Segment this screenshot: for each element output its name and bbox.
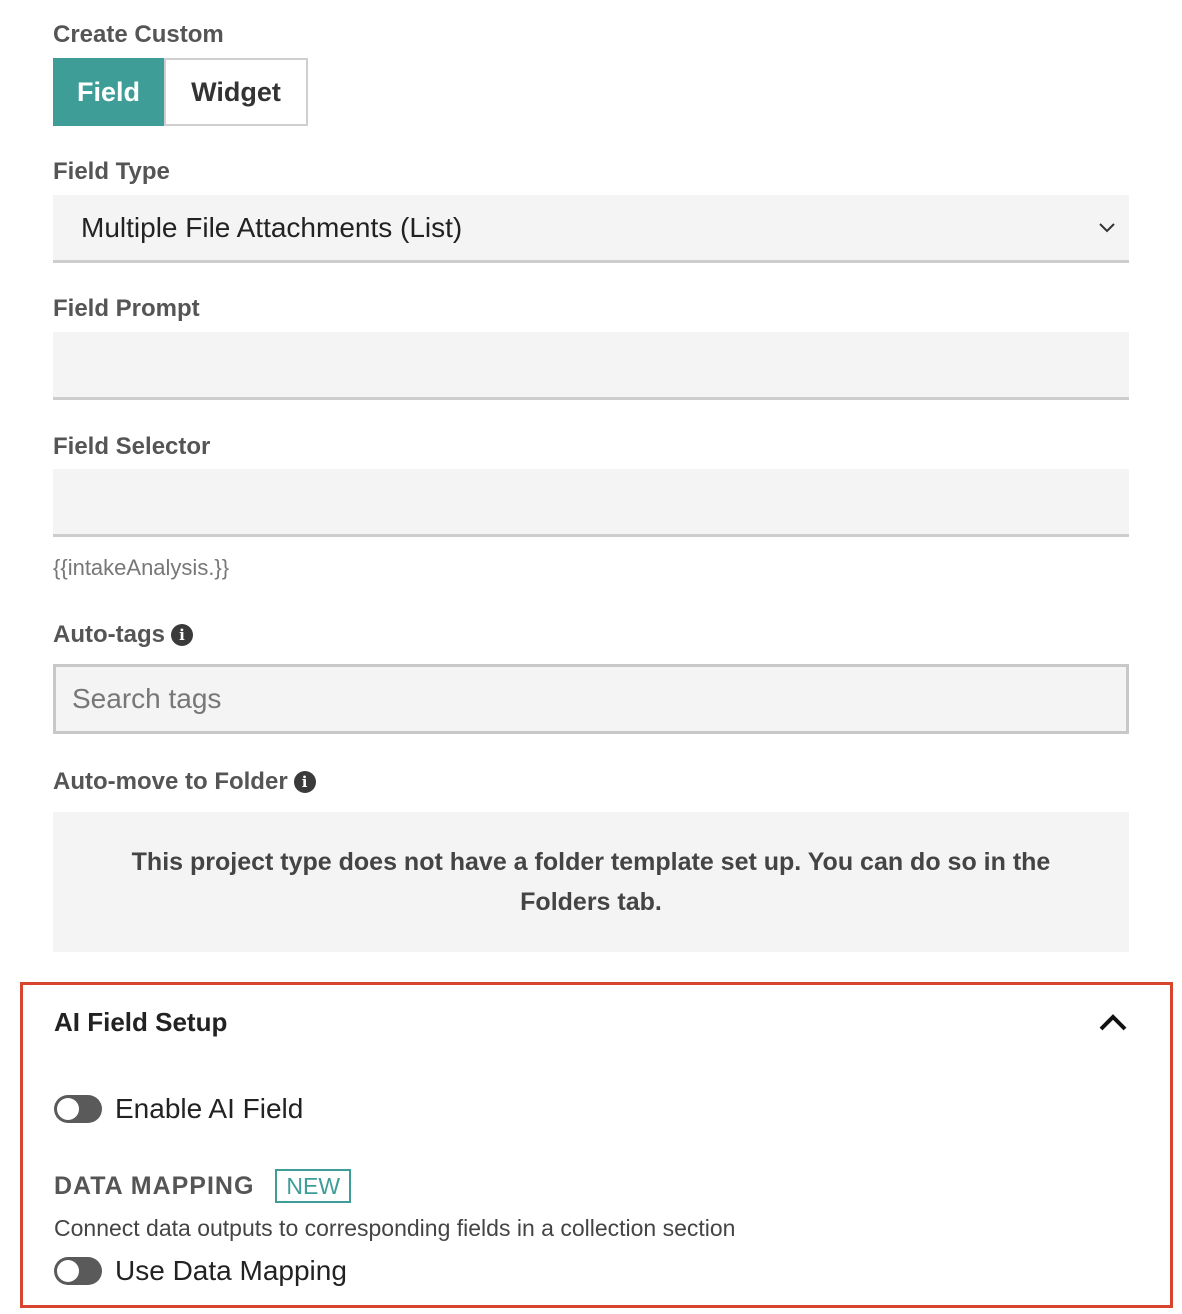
use-data-mapping-row: Use Data Mapping <box>54 1255 347 1287</box>
chevron-up-icon[interactable] <box>1096 1007 1130 1037</box>
create-custom-label: Create Custom <box>53 21 224 48</box>
data-mapping-heading: DATA MAPPING NEW <box>54 1169 352 1203</box>
field-prompt-label: Field Prompt <box>53 295 200 322</box>
tab-field[interactable]: Field <box>53 58 164 126</box>
auto-tags-label-row: Auto-tags i <box>53 620 193 650</box>
field-type-value: Multiple File Attachments (List) <box>81 212 463 243</box>
create-custom-toggle: Field Widget <box>53 58 308 126</box>
folder-template-notice-text: This project type does not have a folder… <box>131 848 1051 916</box>
field-selector-label: Field Selector <box>53 433 211 460</box>
field-type-label: Field Type <box>53 158 170 185</box>
enable-ai-field-row: Enable AI Field <box>54 1093 303 1125</box>
search-tags-input[interactable] <box>56 667 1126 731</box>
auto-tags-label: Auto-tags <box>53 621 165 648</box>
auto-move-label-row: Auto-move to Folder i <box>53 767 316 797</box>
search-tags-field <box>53 664 1129 734</box>
enable-ai-field-toggle[interactable] <box>54 1095 102 1123</box>
field-prompt-input[interactable] <box>53 332 1129 400</box>
info-icon[interactable]: i <box>170 624 193 646</box>
ai-field-setup-panel: AI Field Setup Enable AI Field DATA MAPP… <box>20 982 1173 1308</box>
folder-template-notice: This project type does not have a folder… <box>53 812 1129 952</box>
enable-ai-field-label: Enable AI Field <box>115 1093 304 1124</box>
ai-field-setup-title: AI Field Setup <box>54 1007 228 1037</box>
data-mapping-description: Connect data outputs to corresponding fi… <box>54 1215 736 1241</box>
info-icon[interactable]: i <box>293 771 316 793</box>
auto-move-label: Auto-move to Folder <box>53 768 288 795</box>
field-selector-input[interactable] <box>53 469 1129 537</box>
chevron-down-icon <box>1099 223 1115 233</box>
data-mapping-title: DATA MAPPING <box>54 1171 255 1200</box>
new-badge: NEW <box>275 1169 352 1203</box>
tab-widget[interactable]: Widget <box>164 58 308 126</box>
use-data-mapping-toggle[interactable] <box>54 1257 102 1285</box>
field-selector-helper: {{intakeAnalysis.}} <box>53 555 230 580</box>
field-type-select[interactable]: Multiple File Attachments (List) <box>53 195 1129 263</box>
use-data-mapping-label: Use Data Mapping <box>115 1255 347 1286</box>
